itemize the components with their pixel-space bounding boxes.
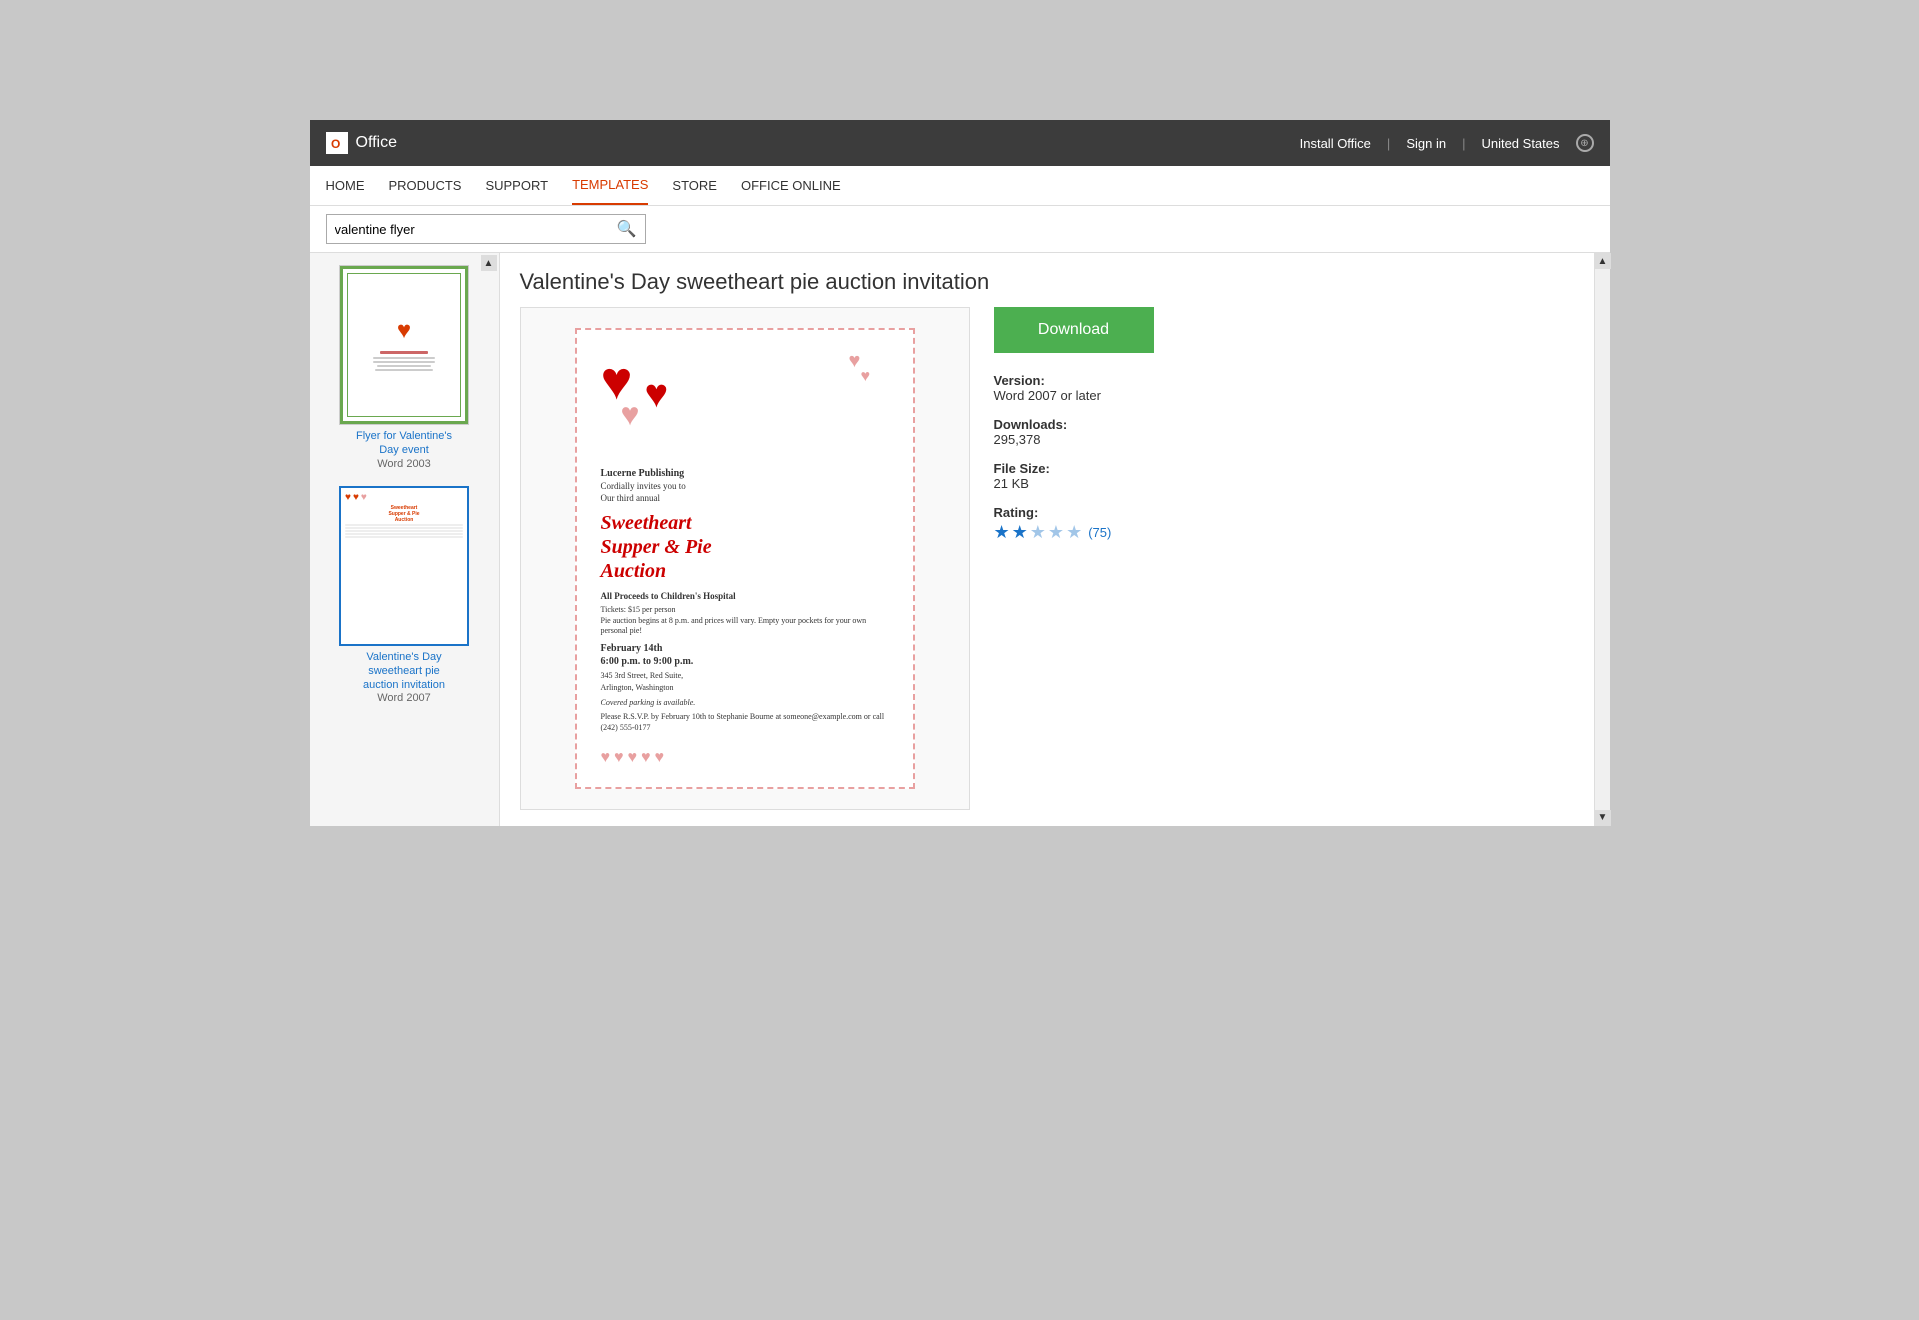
inv-bottom-hearts: ♥ ♥ ♥ ♥ ♥	[601, 749, 889, 767]
bottom-heart-4: ♥	[641, 749, 651, 767]
version-label: Version:	[994, 373, 1194, 388]
invitation-card: ♥ ♥ ♥ ♥ ♥ Lucer	[575, 328, 915, 789]
bottom-spacer	[0, 826, 1919, 1026]
hearts-section: ♥ ♥ ♥ ♥ ♥	[601, 350, 889, 440]
sidebar-item-flyer[interactable]: ♥ Flyer for Valentine'	[329, 265, 479, 470]
inv-date: February 14th	[601, 643, 889, 654]
rating-stars: ★ ★ ★ ★ ★ (75)	[994, 522, 1194, 543]
nav-products[interactable]: PRODUCTS	[389, 166, 462, 205]
bottom-heart-3: ♥	[628, 749, 638, 767]
rating-count: (75)	[1088, 525, 1111, 540]
svg-text:O: O	[331, 137, 340, 151]
rating-row: Rating: ★ ★ ★ ★ ★ (75)	[994, 505, 1194, 543]
header-divider2: |	[1462, 136, 1465, 151]
inv-time: 6:00 p.m. to 9:00 p.m.	[601, 656, 889, 667]
rating-label: Rating:	[994, 505, 1194, 520]
version-row: Version: Word 2007 or later	[994, 373, 1194, 403]
bottom-heart-5: ♥	[655, 749, 665, 767]
search-input[interactable]	[327, 217, 609, 242]
template-preview: ♥ ♥ ♥ ♥ ♥ Lucer	[520, 307, 970, 810]
version-value: Word 2007 or later	[994, 388, 1194, 403]
hearts-left: ♥ ♥ ♥	[601, 350, 701, 440]
search-container: 🔍	[326, 214, 646, 244]
flyer-thumbnail-img: ♥	[339, 265, 469, 425]
heart-large-2: ♥	[645, 370, 669, 417]
invitation-body: Lucerne Publishing Cordially invites you…	[601, 460, 889, 767]
inv-parking: Covered parking is available.	[601, 698, 889, 707]
star-3[interactable]: ★	[1030, 522, 1046, 543]
header-bar: O Office Install Office | Sign in | Unit…	[310, 120, 1610, 166]
main-layout: ▲ ♥	[310, 253, 1610, 826]
inv-cordially: Cordially invites you to	[601, 481, 889, 491]
inv-description: Pie auction begins at 8 p.m. and prices …	[601, 616, 889, 637]
inv-rsvp: Please R.S.V.P. by February 10th to Step…	[601, 711, 889, 733]
search-button[interactable]: 🔍	[609, 215, 645, 243]
hearts-right: ♥ ♥	[849, 350, 889, 400]
bottom-heart-1: ♥	[601, 749, 611, 767]
downloads-label: Downloads:	[994, 417, 1194, 432]
heart-small-right-2: ♥	[861, 368, 871, 386]
download-button[interactable]: Download	[994, 307, 1154, 353]
filesize-row: File Size: 21 KB	[994, 461, 1194, 491]
inv-tickets: Tickets: $15 per person	[601, 605, 889, 614]
star-2[interactable]: ★	[1012, 522, 1028, 543]
globe-icon[interactable]: ⊕	[1576, 134, 1594, 152]
content-body: ♥ ♥ ♥ ♥ ♥ Lucer	[520, 307, 1574, 810]
sweetheart-thumb-label: Valentine's Daysweetheart pieauction inv…	[329, 650, 479, 693]
nav-support[interactable]: SUPPORT	[485, 166, 548, 205]
inv-annual: Our third annual	[601, 493, 889, 503]
sweetheart-word-version: Word 2007	[329, 692, 479, 704]
nav-templates[interactable]: TEMPLATES	[572, 166, 648, 205]
sidebar: ▲ ♥	[310, 253, 500, 826]
inv-address-2: Arlington, Washington	[601, 683, 889, 693]
sign-in-button[interactable]: Sign in	[1406, 136, 1446, 151]
header-right: Install Office | Sign in | United States…	[1300, 134, 1594, 152]
nav-bar: HOME PRODUCTS SUPPORT TEMPLATES STORE OF…	[310, 166, 1610, 206]
region-label[interactable]: United States	[1481, 136, 1559, 151]
star-1[interactable]: ★	[994, 522, 1010, 543]
star-4[interactable]: ★	[1048, 522, 1064, 543]
template-title: Valentine's Day sweetheart pie auction i…	[520, 269, 1574, 295]
flyer-word-version: Word 2003	[329, 458, 479, 470]
content-panel: Valentine's Day sweetheart pie auction i…	[500, 253, 1594, 826]
header-divider: |	[1387, 136, 1390, 151]
office-logo-icon: O	[326, 132, 348, 154]
inv-proceeds: All Proceeds to Children's Hospital	[601, 591, 889, 601]
nav-office-online[interactable]: OFFICE ONLINE	[741, 166, 841, 205]
inv-publisher: Lucerne Publishing	[601, 460, 889, 479]
scroll-up-arrow[interactable]: ▲	[1595, 253, 1611, 269]
search-bar: 🔍	[310, 206, 1610, 253]
scrollbar: ▲ ▼	[1594, 253, 1610, 826]
sweetheart-thumbnail-img: ♥ ♥ ♥ SweetheartSupper & PieAuction	[339, 486, 469, 646]
star-5[interactable]: ★	[1066, 522, 1082, 543]
header-left: O Office	[326, 132, 398, 154]
filesize-value: 21 KB	[994, 476, 1194, 491]
inv-main-title: Sweetheart Supper & Pie Auction	[601, 511, 889, 583]
heart-small-right-1: ♥	[849, 350, 861, 373]
nav-store[interactable]: STORE	[672, 166, 717, 205]
filesize-label: File Size:	[994, 461, 1194, 476]
flyer-heart-icon: ♥	[397, 317, 411, 345]
heart-pink-1: ♥	[621, 396, 640, 433]
sidebar-scroll-up[interactable]: ▲	[481, 255, 497, 271]
scroll-down-arrow[interactable]: ▼	[1595, 810, 1611, 826]
install-office-link[interactable]: Install Office	[1300, 136, 1371, 151]
info-panel: Download Version: Word 2007 or later Dow…	[994, 307, 1194, 810]
flyer-thumb-label: Flyer for Valentine'sDay event	[329, 429, 479, 458]
downloads-row: Downloads: 295,378	[994, 417, 1194, 447]
inv-address-1: 345 3rd Street, Red Suite,	[601, 671, 889, 681]
nav-home[interactable]: HOME	[326, 166, 365, 205]
bottom-heart-2: ♥	[614, 749, 624, 767]
office-title: Office	[356, 134, 398, 152]
sidebar-item-sweetheart[interactable]: ♥ ♥ ♥ SweetheartSupper & PieAuction	[329, 486, 479, 705]
downloads-value: 295,378	[994, 432, 1194, 447]
